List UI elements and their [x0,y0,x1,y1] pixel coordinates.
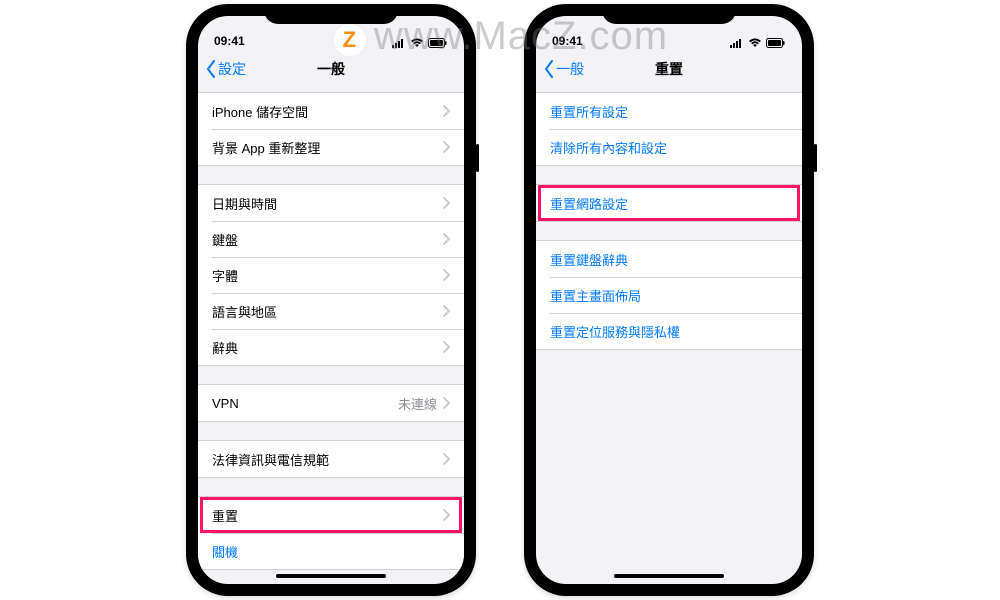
reset-group-network: 重置網路設定 [536,184,802,222]
cellular-signal-icon [392,38,406,48]
settings-group-storage: iPhone 儲存空間 背景 App 重新整理 [198,92,464,166]
reset-group-all: 重置所有設定 清除所有內容和設定 [536,92,802,166]
phone-frame-right: 09:41 一般 重置 重置所有設定 清除所有內容和設定 [524,4,814,596]
reset-content: 重置所有設定 清除所有內容和設定 重置網路設定 重置鍵盤辭典 重置主畫面佈局 重… [536,88,802,584]
chevron-right-icon [443,509,450,521]
settings-content: iPhone 儲存空間 背景 App 重新整理 日期與時間 鍵盤 字體 語言與地… [198,88,464,584]
row-background-app-refresh[interactable]: 背景 App 重新整理 [198,129,464,165]
row-date-time[interactable]: 日期與時間 [198,185,464,221]
row-reset-keyboard-dict[interactable]: 重置鍵盤辭典 [536,241,802,277]
nav-bar: 設定 一般 [198,50,464,88]
settings-group-locale: 日期與時間 鍵盤 字體 語言與地區 辭典 [198,184,464,366]
row-iphone-storage[interactable]: iPhone 儲存空間 [198,93,464,129]
notch [602,4,736,24]
row-reset[interactable]: 重置 [198,497,464,533]
nav-bar: 一般 重置 [536,50,802,88]
row-dictionary[interactable]: 辭典 [198,329,464,365]
status-time: 09:41 [214,34,245,48]
chevron-left-icon [544,60,554,78]
battery-icon [766,38,786,48]
back-button[interactable]: 設定 [206,59,246,79]
back-label: 設定 [218,59,246,79]
screen-right: 09:41 一般 重置 重置所有設定 清除所有內容和設定 [536,16,802,584]
row-reset-all-settings[interactable]: 重置所有設定 [536,93,802,129]
wifi-icon [748,38,762,48]
row-language-region[interactable]: 語言與地區 [198,293,464,329]
settings-group-vpn: VPN未連線 [198,384,464,422]
chevron-right-icon [443,105,450,117]
chevron-right-icon [443,397,450,409]
row-reset-location-privacy[interactable]: 重置定位服務與隱私權 [536,313,802,349]
status-time: 09:41 [552,34,583,48]
cellular-signal-icon [730,38,744,48]
chevron-right-icon [443,197,450,209]
page-title: 重置 [655,59,683,79]
row-fonts[interactable]: 字體 [198,257,464,293]
settings-group-reset: 重置 關機 [198,496,464,570]
reset-group-other: 重置鍵盤辭典 重置主畫面佈局 重置定位服務與隱私權 [536,240,802,350]
home-indicator[interactable] [276,574,386,578]
wifi-icon [410,38,424,48]
row-keyboard[interactable]: 鍵盤 [198,221,464,257]
row-erase-all-content[interactable]: 清除所有內容和設定 [536,129,802,165]
chevron-right-icon [443,269,450,281]
page-title: 一般 [317,59,345,79]
home-indicator[interactable] [614,574,724,578]
row-shutdown[interactable]: 關機 [198,533,464,569]
battery-icon [428,38,448,48]
screen-left: 09:41 設定 一般 iPhone 儲存空間 背景 App 重新整理 [198,16,464,584]
notch [264,4,398,24]
chevron-right-icon [443,341,450,353]
back-label: 一般 [556,59,584,79]
phone-frame-left: 09:41 設定 一般 iPhone 儲存空間 背景 App 重新整理 [186,4,476,596]
back-button[interactable]: 一般 [544,59,584,79]
vpn-status-value: 未連線 [398,394,437,413]
settings-group-legal: 法律資訊與電信規範 [198,440,464,478]
chevron-right-icon [443,305,450,317]
row-reset-network-settings[interactable]: 重置網路設定 [536,185,802,221]
row-vpn[interactable]: VPN未連線 [198,385,464,421]
row-reset-home-layout[interactable]: 重置主畫面佈局 [536,277,802,313]
chevron-left-icon [206,60,216,78]
row-legal-regulatory[interactable]: 法律資訊與電信規範 [198,441,464,477]
chevron-right-icon [443,141,450,153]
chevron-right-icon [443,233,450,245]
chevron-right-icon [443,453,450,465]
